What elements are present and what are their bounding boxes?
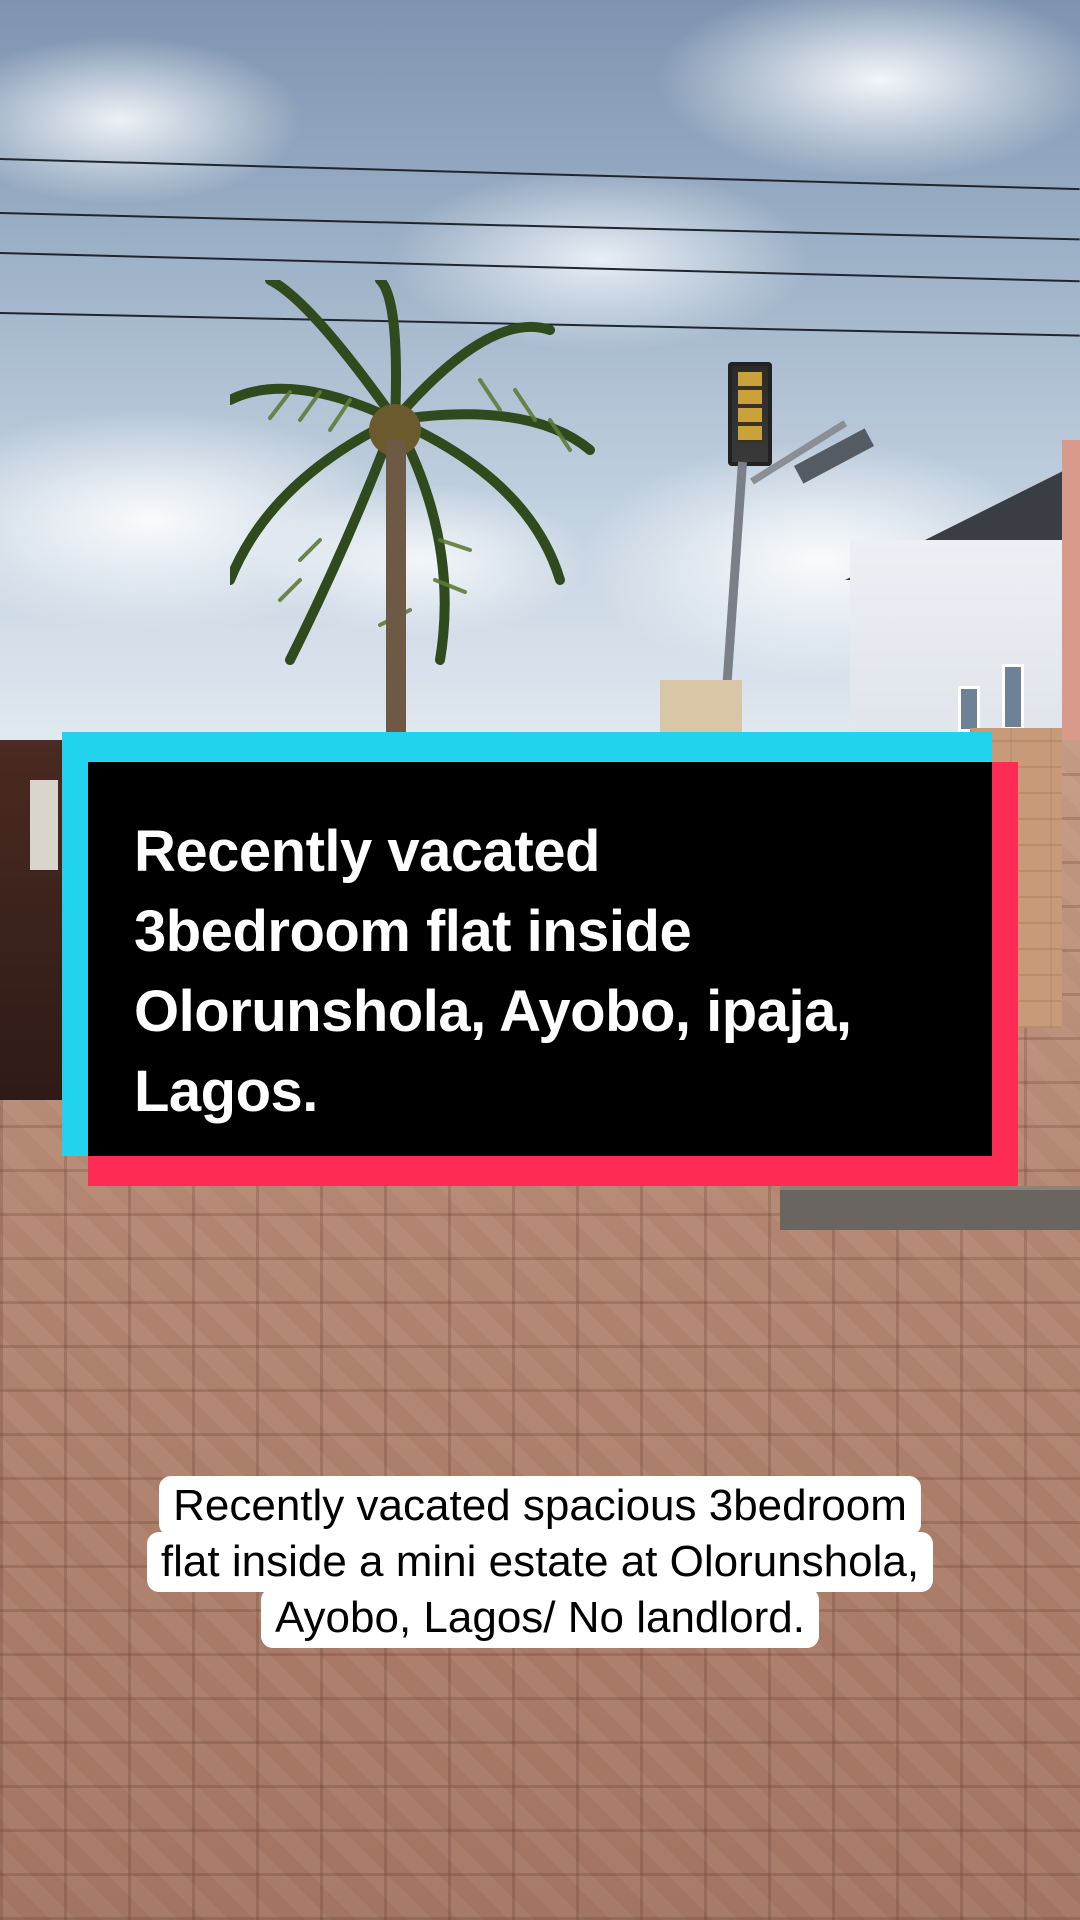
video-frame: Recently vacated 3bedroom flat inside Ol…: [0, 0, 1080, 1920]
title-card-panel: Recently vacated 3bedroom flat inside Ol…: [88, 762, 992, 1156]
caption-line: Recently vacated spacious 3bedroom: [159, 1476, 921, 1536]
house-window: [1002, 664, 1024, 730]
caption: Recently vacated spacious 3bedroom flat …: [22, 1476, 1058, 1648]
caption-line: flat inside a mini estate at Olorunshola…: [146, 1532, 934, 1592]
gate-pillar: [660, 680, 742, 740]
house-window: [958, 686, 980, 732]
caption-line: Ayobo, Lagos/ No landlord.: [261, 1588, 819, 1648]
street-lamp-icon: [728, 362, 772, 466]
title-text: Recently vacated 3bedroom flat inside Ol…: [134, 819, 852, 1124]
drainage-cover: [780, 1186, 1080, 1230]
palm-tree-icon: [230, 280, 595, 740]
title-card: Recently vacated 3bedroom flat inside Ol…: [62, 732, 1018, 1186]
